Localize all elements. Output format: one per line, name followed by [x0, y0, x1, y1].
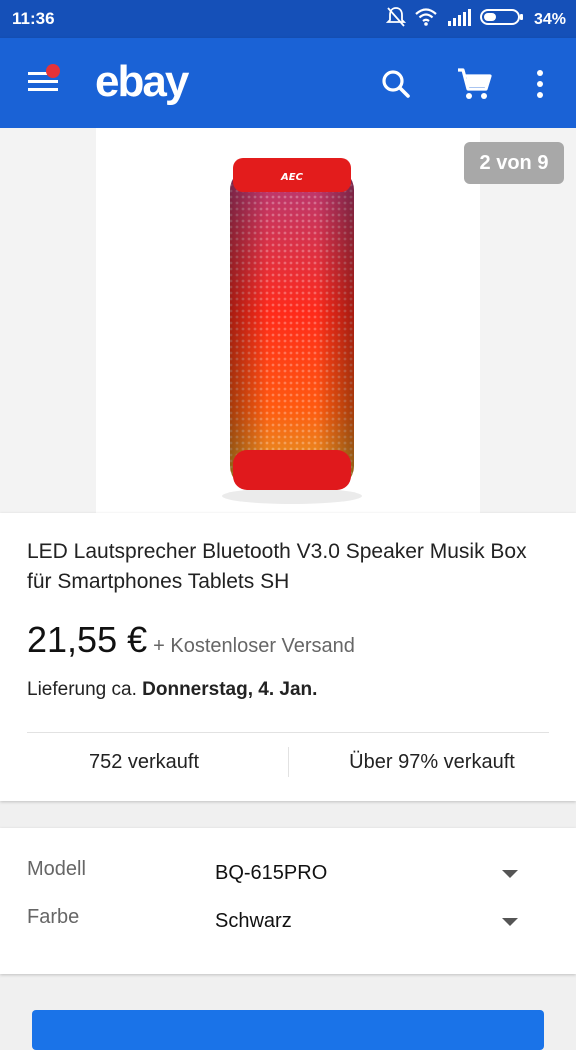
more-vertical-icon	[537, 70, 543, 98]
search-button[interactable]	[374, 62, 418, 106]
delivery-date: Donnerstag, 4. Jan.	[142, 679, 318, 700]
status-bar: 11:36 34%	[0, 0, 576, 38]
product-gallery[interactable]: AEC 2 von 9	[0, 128, 576, 513]
model-label: Modell	[27, 858, 86, 880]
variant-selector-card: Modell BQ-615PRO Farbe Schwarz	[0, 828, 576, 974]
dropdown-caret-icon	[502, 918, 518, 926]
delivery-estimate: Lieferung ca. Donnerstag, 4. Jan.	[27, 679, 317, 701]
price-row: 21,55 € + Kostenloser Versand	[27, 619, 355, 661]
product-summary-card: LED Lautsprecher Bluetooth V3.0 Speaker …	[0, 513, 576, 801]
battery-icon	[479, 7, 524, 32]
ebay-logo[interactable]: ebay	[95, 58, 189, 106]
signal-icon	[446, 8, 472, 31]
cart-button[interactable]	[452, 62, 496, 106]
delivery-prefix: Lieferung ca.	[27, 679, 143, 700]
status-time: 11:36	[12, 9, 55, 28]
speaker-illustration: AEC	[222, 158, 362, 504]
shipping-info: + Kostenloser Versand	[153, 635, 355, 657]
dropdown-caret-icon	[502, 870, 518, 878]
notification-dot	[46, 64, 60, 78]
model-selector[interactable]: Modell BQ-615PRO	[0, 854, 576, 894]
sell-rate: Über 97% verkauft	[349, 751, 515, 773]
app-bar: ebay	[0, 38, 576, 128]
more-options-button[interactable]	[518, 62, 562, 106]
product-price: 21,55 €	[27, 619, 148, 660]
color-selector[interactable]: Farbe Schwarz	[0, 902, 576, 942]
search-icon	[382, 70, 410, 98]
battery-percent: 34%	[533, 10, 566, 28]
product-image[interactable]: AEC	[96, 128, 480, 513]
stats-separator	[288, 747, 289, 777]
sold-count: 752 verkauft	[88, 751, 200, 773]
buy-now-button[interactable]	[32, 1010, 544, 1050]
cart-icon	[458, 68, 492, 99]
color-value: Schwarz	[215, 910, 292, 932]
mute-icon	[385, 6, 407, 33]
speaker-brand-mark: AEC	[280, 172, 304, 183]
model-value: BQ-615PRO	[215, 862, 328, 884]
color-label: Farbe	[27, 906, 80, 928]
menu-button[interactable]	[20, 60, 68, 108]
image-counter-badge: 2 von 9	[464, 142, 564, 184]
product-title: LED Lautsprecher Bluetooth V3.0 Speaker …	[27, 540, 527, 593]
wifi-icon	[414, 7, 438, 32]
sales-stats: 752 verkauft Über 97% verkauft	[0, 733, 576, 801]
status-icons: 34%	[385, 6, 566, 33]
